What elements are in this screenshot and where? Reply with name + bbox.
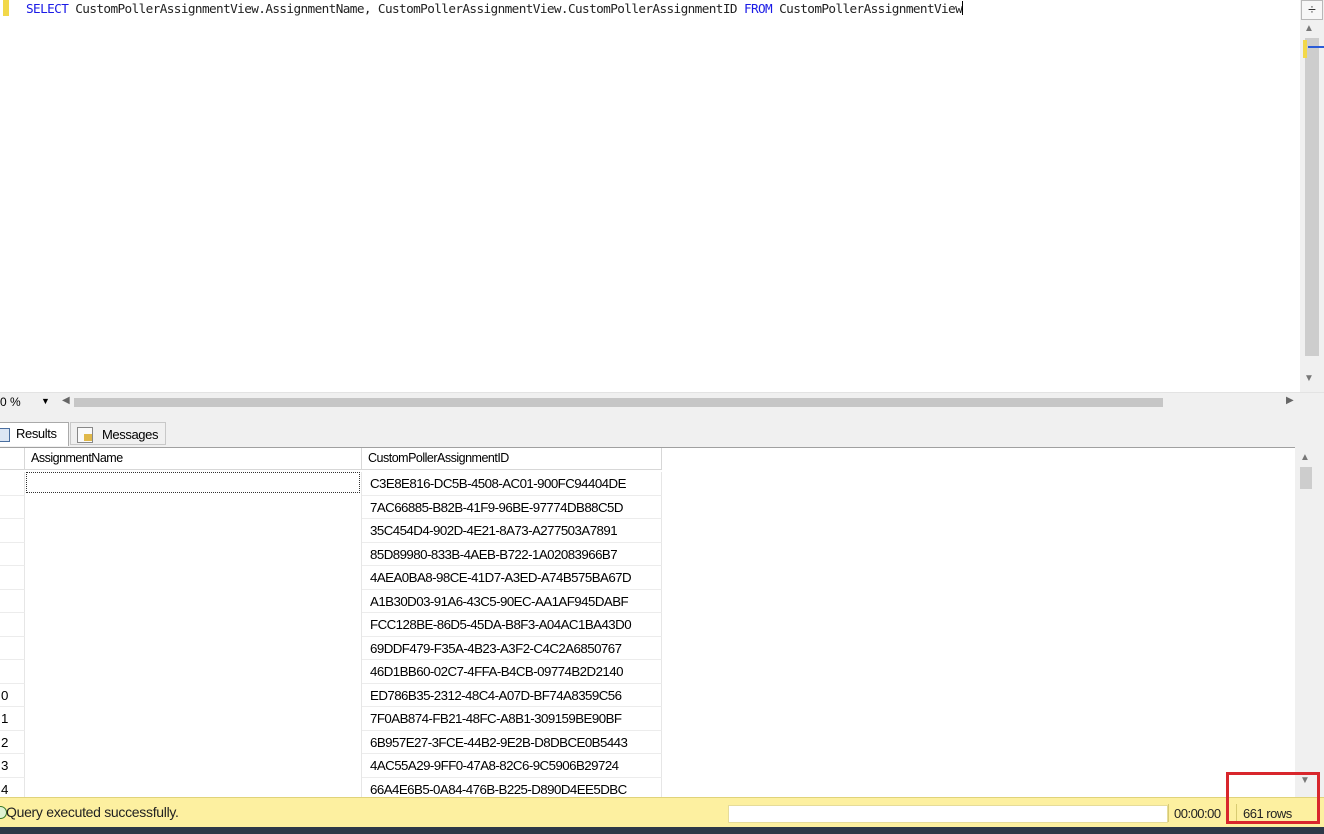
table-row[interactable]: 69DDF479-F35A-4B23-A3F2-C4C2A6850767 — [0, 636, 662, 660]
assignment-id-cell[interactable]: 66A4E6B5-0A84-476B-B225-D890D4EE5DBC — [362, 777, 662, 798]
table-row[interactable]: 1 7F0AB874-FB21-48FC-A8B1-309159BE90BF — [0, 707, 662, 731]
table-row[interactable]: 85D89980-833B-4AEB-B722-1A02083966B7 — [0, 542, 662, 566]
scroll-left-arrow-icon[interactable]: ◀ — [62, 395, 70, 406]
assignment-name-cell[interactable] — [25, 566, 362, 590]
assignment-id-cell[interactable]: C3E8E816-DC5B-4508-AC01-900FC94404DE — [362, 472, 662, 496]
row-number-cell[interactable] — [0, 566, 25, 590]
status-separator — [1168, 804, 1169, 822]
table-row[interactable]: 0 ED786B35-2312-48C4-A07D-BF74A8359C56 — [0, 683, 662, 707]
row-number-cell[interactable] — [0, 542, 25, 566]
sql-editor[interactable]: SELECT CustomPollerAssignmentView.Assign… — [0, 0, 1300, 392]
column-header-assignment-name[interactable]: AssignmentName — [25, 448, 362, 470]
assignment-id-cell[interactable]: 7F0AB874-FB21-48FC-A8B1-309159BE90BF — [362, 707, 662, 731]
horizontal-scroll-thumb[interactable] — [74, 398, 1163, 407]
row-number-header[interactable] — [0, 448, 25, 470]
row-number-cell[interactable]: 4 — [0, 777, 25, 798]
sql-query-line[interactable]: SELECT CustomPollerAssignmentView.Assign… — [26, 0, 964, 18]
assignment-id-cell[interactable]: 46D1BB60-02C7-4FFA-B4CB-09774B2D2140 — [362, 660, 662, 684]
messages-icon — [77, 427, 93, 443]
assignment-name-cell[interactable] — [25, 589, 362, 613]
row-number-cell[interactable] — [0, 495, 25, 519]
text-caret — [962, 1, 964, 15]
row-number-cell[interactable] — [0, 613, 25, 637]
row-number-cell[interactable] — [0, 472, 25, 496]
scroll-up-arrow-icon[interactable]: ▲ — [1304, 23, 1314, 34]
table-row[interactable]: 4AEA0BA8-98CE-41D7-A3ED-A74B575BA67D — [0, 566, 662, 590]
table-row[interactable]: 2 6B957E27-3FCE-44B2-9E2B-D8DBCE0B5443 — [0, 730, 662, 754]
tab-results[interactable]: Results — [0, 422, 69, 446]
row-number-cell[interactable]: 2 — [0, 730, 25, 754]
row-number-cell[interactable]: 1 — [0, 707, 25, 731]
scroll-right-arrow-icon[interactable]: ▶ — [1286, 395, 1294, 406]
assignment-name-cell[interactable] — [25, 495, 362, 519]
assignment-name-cell[interactable] — [25, 730, 362, 754]
assignment-id-cell[interactable]: 69DDF479-F35A-4B23-A3F2-C4C2A6850767 — [362, 636, 662, 660]
grid-icon — [0, 428, 10, 442]
editor-scroll-thumb[interactable] — [1305, 38, 1319, 356]
table-row[interactable]: 4 66A4E6B5-0A84-476B-B225-D890D4EE5DBC — [0, 777, 662, 798]
assignment-id-cell[interactable]: ED786B35-2312-48C4-A07D-BF74A8359C56 — [362, 683, 662, 707]
assignment-name-cell[interactable] — [25, 519, 362, 543]
assignment-name-cell[interactable] — [25, 683, 362, 707]
status-message: Query executed successfully. — [6, 804, 179, 820]
assignment-id-cell[interactable]: 85D89980-833B-4AEB-B722-1A02083966B7 — [362, 542, 662, 566]
assignment-name-cell[interactable] — [25, 660, 362, 684]
assignment-name-cell[interactable] — [25, 613, 362, 637]
assignment-name-cell[interactable] — [25, 754, 362, 778]
assignment-id-cell[interactable]: 7AC66885-B82B-41F9-96BE-97774DB88C5D — [362, 495, 662, 519]
grid-scroll-thumb[interactable] — [1300, 467, 1312, 489]
grid-scroll-up-arrow-icon[interactable]: ▲ — [1300, 452, 1310, 463]
table-row[interactable]: A1B30D03-91A6-43C5-90EC-AA1AF945DABF — [0, 589, 662, 613]
elapsed-time: 00:00:00 — [1174, 806, 1221, 821]
row-number-cell[interactable] — [0, 589, 25, 613]
zoom-dropdown-arrow-icon[interactable]: ▼ — [41, 396, 50, 406]
zoom-level[interactable]: 0 % — [0, 395, 21, 409]
changed-line-marker — [3, 0, 9, 16]
row-number-cell[interactable]: 3 — [0, 754, 25, 778]
assignment-id-cell[interactable]: 4AC55A29-9FF0-47A8-82C6-9C5906B29724 — [362, 754, 662, 778]
selected-cell-focus — [26, 472, 360, 493]
assignment-name-cell[interactable] — [25, 542, 362, 566]
sql-keyword-from: FROM — [743, 1, 773, 16]
table-row[interactable]: 46D1BB60-02C7-4FFA-B4CB-09774B2D2140 — [0, 660, 662, 684]
status-server-field — [728, 805, 1168, 823]
row-number-cell[interactable] — [0, 660, 25, 684]
row-number-cell[interactable] — [0, 519, 25, 543]
row-number-cell[interactable]: 0 — [0, 683, 25, 707]
sql-table-text: CustomPollerAssignmentView — [772, 1, 963, 16]
results-grid[interactable]: AssignmentName CustomPollerAssignmentID … — [0, 447, 1295, 798]
split-window-icon[interactable]: ÷ — [1301, 0, 1323, 20]
grid-header-row: AssignmentName CustomPollerAssignmentID — [0, 448, 662, 470]
tab-messages[interactable]: Messages — [70, 422, 166, 445]
row-number-cell[interactable] — [0, 636, 25, 660]
sql-keyword-select: SELECT — [26, 1, 69, 16]
assignment-id-cell[interactable]: A1B30D03-91A6-43C5-90EC-AA1AF945DABF — [362, 589, 662, 613]
scroll-down-arrow-icon[interactable]: ▼ — [1304, 373, 1314, 384]
table-row[interactable]: 35C454D4-902D-4E21-8A73-A277503A7891 — [0, 519, 662, 543]
zoom-and-horizontal-scroll-bar: 0 % ▼ ◀ ▶ — [0, 392, 1324, 413]
table-row[interactable]: 7AC66885-B82B-41F9-96BE-97774DB88C5D — [0, 495, 662, 519]
window-bottom-edge — [0, 827, 1324, 834]
column-header-assignment-id[interactable]: CustomPollerAssignmentID — [362, 448, 662, 470]
assignment-id-cell[interactable]: FCC128BE-86D5-45DA-B8F3-A04AC1BA43D0 — [362, 613, 662, 637]
row-count-highlight-box — [1226, 772, 1320, 824]
sql-columns-text: CustomPollerAssignmentView.AssignmentNam… — [68, 1, 744, 16]
assignment-id-cell[interactable]: 35C454D4-902D-4E21-8A73-A277503A7891 — [362, 519, 662, 543]
table-row[interactable]: 3 4AC55A29-9FF0-47A8-82C6-9C5906B29724 — [0, 754, 662, 778]
grid-vertical-scrollbar[interactable] — [1295, 447, 1324, 797]
table-row[interactable]: FCC128BE-86D5-45DA-B8F3-A04AC1BA43D0 — [0, 613, 662, 637]
results-tab-strip: Results Messages — [0, 412, 1324, 447]
assignment-name-cell[interactable] — [25, 636, 362, 660]
scroll-change-marker — [1303, 40, 1307, 58]
assignment-name-cell[interactable] — [25, 707, 362, 731]
assignment-name-cell[interactable] — [25, 777, 362, 798]
tab-messages-label: Messages — [102, 427, 159, 442]
caret-position-marker — [1308, 46, 1324, 48]
tab-results-label: Results — [16, 426, 57, 441]
assignment-id-cell[interactable]: 6B957E27-3FCE-44B2-9E2B-D8DBCE0B5443 — [362, 730, 662, 754]
assignment-id-cell[interactable]: 4AEA0BA8-98CE-41D7-A3ED-A74B575BA67D — [362, 566, 662, 590]
query-status-bar: Query executed successfully. 00:00:00 66… — [0, 797, 1324, 828]
